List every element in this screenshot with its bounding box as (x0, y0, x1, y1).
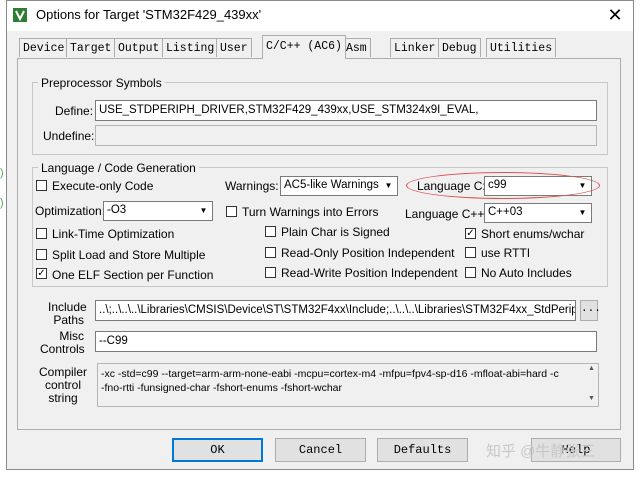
misc-label-line2: Controls (40, 342, 85, 356)
plain-char-signed-label: Plain Char is Signed (281, 225, 390, 239)
tab-device[interactable]: Device (19, 38, 69, 57)
defaults-button[interactable]: Defaults (377, 438, 468, 462)
language-cpp-label: Language C++: (405, 207, 488, 221)
warnings-select[interactable]: AC5-like Warnings ▼ (280, 176, 398, 196)
scroll-up-icon[interactable]: ▲ (584, 364, 599, 374)
plain-char-signed-checkbox[interactable] (265, 226, 276, 237)
language-cpp-value: C++03 (488, 206, 523, 218)
language-c-value: c99 (488, 179, 507, 191)
language-cpp-select[interactable]: C++03 ▼ (484, 203, 592, 223)
compiler-label-line2: control (44, 378, 82, 392)
link-time-opt-checkbox[interactable] (36, 228, 47, 239)
tab-output[interactable]: Output (114, 38, 164, 57)
tab-linker[interactable]: Linker (390, 38, 440, 57)
split-load-store-checkbox[interactable] (36, 249, 47, 260)
window-title: Options for Target 'STM32F429_439xx' (36, 7, 262, 22)
ro-pos-indep-checkbox[interactable] (265, 247, 276, 258)
keil-app-icon (12, 7, 28, 23)
split-load-store-label: Split Load and Store Multiple (52, 248, 206, 262)
execute-only-label: Execute-only Code (52, 179, 154, 193)
no-auto-includes-checkbox[interactable] (465, 267, 476, 278)
chevron-down-icon: ▼ (199, 206, 208, 215)
execute-only-checkbox[interactable] (36, 180, 47, 191)
one-elf-checkbox[interactable]: ✓ (36, 268, 47, 279)
chevron-down-icon: ▼ (578, 181, 587, 190)
short-enums-checkbox[interactable]: ✓ (465, 228, 476, 239)
chevron-down-icon: ▼ (578, 208, 587, 217)
link-time-opt-label: Link-Time Optimization (52, 227, 175, 241)
tab-utilities[interactable]: Utilities (486, 38, 557, 57)
define-label: Define: (55, 104, 94, 118)
include-label-line2: Paths (53, 313, 84, 327)
optimization-label: Optimization: (35, 204, 106, 218)
scroll-down-icon[interactable]: ▼ (584, 394, 599, 404)
rw-pos-indep-checkbox[interactable] (265, 267, 276, 278)
warnings-value: AC5-like Warnings (284, 179, 379, 191)
watermark-text: 知乎 @牛静张三 (486, 443, 596, 460)
language-c-label: Language C: (417, 179, 486, 193)
ro-pos-indep-label: Read-Only Position Independent (281, 246, 455, 260)
close-icon[interactable]: ✕ (604, 4, 626, 26)
rw-pos-indep-label: Read-Write Position Independent (281, 266, 458, 280)
use-rtti-checkbox[interactable] (465, 247, 476, 258)
clipped-edge-icon: ) (0, 167, 4, 179)
misc-controls-input[interactable]: --C99 (95, 331, 597, 352)
warnings-label: Warnings: (225, 179, 279, 193)
compiler-control-text: -xc -std=c99 --target=arm-arm-none-eabi … (97, 363, 599, 407)
tab-cpp-ac6[interactable]: C/C++ (AC6) (262, 35, 346, 59)
tab-debug[interactable]: Debug (438, 38, 481, 57)
optimization-select[interactable]: -O3 ▼ (103, 201, 213, 221)
language-c-select[interactable]: c99 ▼ (484, 176, 592, 196)
ok-button[interactable]: OK (172, 438, 263, 462)
cancel-button[interactable]: Cancel (275, 438, 366, 462)
chevron-down-icon: ▼ (384, 181, 393, 190)
clipped-edge-icon: ) (0, 197, 4, 209)
tab-listing[interactable]: Listing (162, 38, 219, 57)
language-group-label: Language / Code Generation (38, 161, 199, 175)
optimization-value: -O3 (107, 204, 127, 216)
include-label-line1: Include (48, 300, 87, 314)
undefine-label: Undefine: (43, 129, 95, 143)
misc-label-line1: Misc (59, 329, 84, 343)
short-enums-label: Short enums/wchar (481, 227, 585, 241)
include-browse-button[interactable]: ... (580, 300, 601, 321)
define-input[interactable]: USE_STDPERIPH_DRIVER,STM32F429_439xx,USE… (95, 100, 597, 121)
preprocessor-group-label: Preprocessor Symbols (38, 76, 165, 90)
use-rtti-label: use RTTI (481, 246, 531, 260)
tab-asm[interactable]: Asm (342, 38, 371, 57)
turn-warnings-errors-checkbox[interactable] (226, 206, 237, 217)
compiler-scrollbar[interactable]: ▲ ▼ (584, 364, 599, 406)
compiler-label-line1: Compiler (38, 365, 87, 379)
turn-warnings-errors-label: Turn Warnings into Errors (242, 205, 379, 219)
undefine-input[interactable] (95, 125, 597, 146)
tab-user[interactable]: User (216, 38, 252, 57)
compiler-label-line3: string (48, 391, 78, 405)
compiler-line1: -xc -std=c99 --target=arm-arm-none-eabi … (101, 368, 559, 380)
compiler-line2: -fno-rtti -funsigned-char -fshort-enums … (101, 382, 342, 394)
include-paths-input[interactable]: ..\;..\..\..\Libraries\CMSIS\Device\ST\S… (95, 300, 576, 321)
tab-target[interactable]: Target (66, 38, 116, 57)
no-auto-includes-label: No Auto Includes (481, 266, 572, 280)
one-elf-label: One ELF Section per Function (52, 268, 214, 282)
